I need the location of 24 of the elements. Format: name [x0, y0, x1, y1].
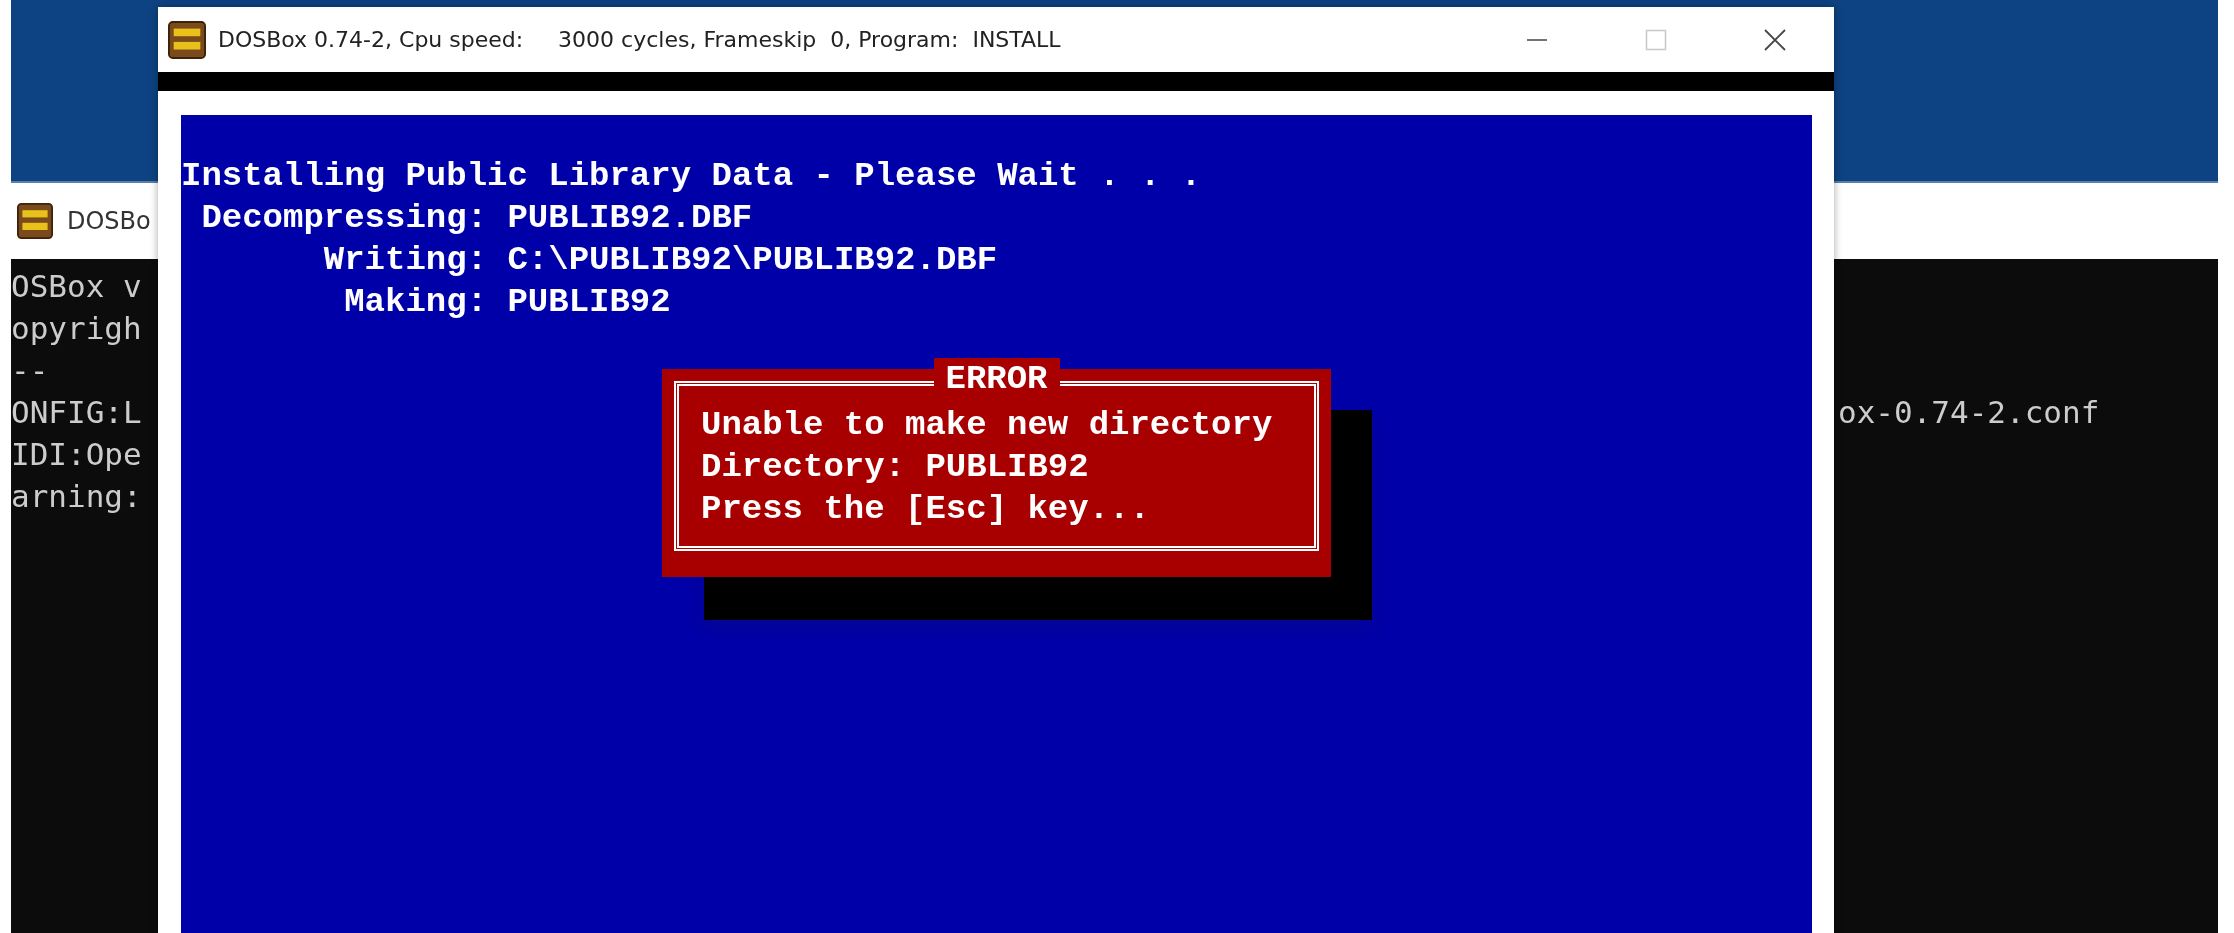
- console-line: ONFIG:L: [11, 393, 142, 432]
- maximize-icon: [1644, 28, 1667, 51]
- app-icon: [168, 20, 206, 59]
- status-label: Decompressing:: [200, 198, 488, 239]
- status-label: Writing:: [322, 240, 488, 281]
- status-value: PUBLIB92: [507, 282, 671, 323]
- close-icon: [1762, 27, 1787, 52]
- error-message: Directory: PUBLIB92: [701, 447, 1090, 488]
- status-label: Making:: [343, 282, 488, 323]
- status-value: C:\PUBLIB92\PUBLIB92.DBF: [507, 240, 998, 281]
- console-line: OSBox v: [11, 267, 142, 306]
- error-message: Press the [Esc] key...: [701, 489, 1151, 530]
- window-title: DOSBo: [67, 206, 151, 237]
- console-line: IDI:Ope: [11, 435, 142, 474]
- minimize-icon: [1525, 38, 1548, 41]
- window-title: DOSBox 0.74-2, Cpu speed: 3000 cycles, Frameskip 0, Program: INSTALL: [218, 26, 1062, 54]
- console-line: arning:: [11, 477, 142, 516]
- error-message: Unable to make new directory: [701, 405, 1274, 446]
- console-line: opyrigh: [11, 309, 142, 348]
- console-line: --: [11, 351, 49, 390]
- console-line: ox-0.74-2.conf: [1838, 393, 2100, 432]
- status-value: PUBLIB92.DBF: [507, 198, 753, 239]
- app-icon: [17, 203, 53, 239]
- dos-heading: Installing Public Library Data - Please Wait . . .: [181, 156, 1203, 197]
